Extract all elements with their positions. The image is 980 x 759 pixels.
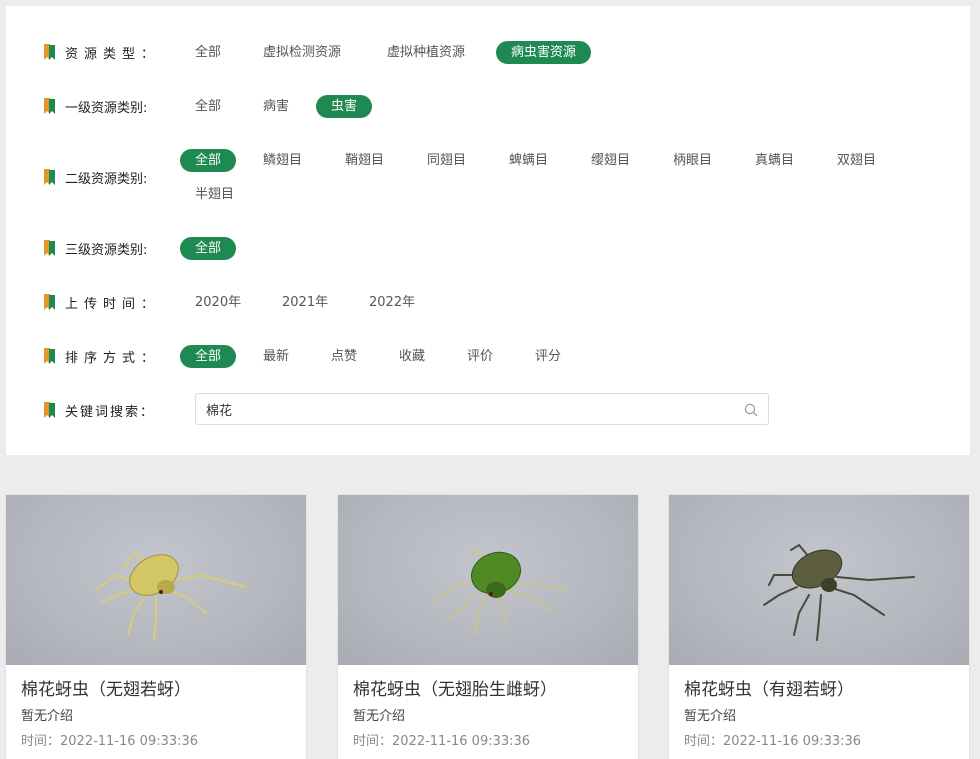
filter-label-resource-type: 资源类型：	[44, 41, 160, 63]
resource-card[interactable]: 棉花蚜虫（有翅若蚜） 暂无介绍 时间：2022-11-16 09:33:36	[668, 494, 970, 759]
card-time: 时间：2022-11-16 09:33:36	[353, 734, 531, 749]
option-stylommatophora[interactable]: 柄眼目	[658, 149, 727, 172]
aphid-image	[432, 548, 569, 636]
option-insect-pest[interactable]: 虫害	[316, 95, 373, 118]
card-title[interactable]: 棉花蚜虫（有翅若蚜）	[684, 675, 854, 700]
leaf-bookmark-icon	[44, 240, 55, 256]
option-homoptera[interactable]: 同翅目	[412, 149, 481, 172]
option-year-2021[interactable]: 2021年	[267, 291, 343, 314]
leaf-bookmark-icon	[44, 98, 55, 114]
option-thysanoptera[interactable]: 缨翅目	[576, 149, 645, 172]
filter-label-text: 资源类型：	[65, 46, 161, 62]
card-title[interactable]: 棉花蚜虫（无翅若蚜）	[21, 675, 191, 700]
resource-card[interactable]: 棉花蚜虫（无翅胎生雌蚜） 暂无介绍 时间：2022-11-16 09:33:36	[337, 494, 639, 759]
filter-label-level1: 一级资源类别:	[44, 95, 147, 117]
option-virtual-detection[interactable]: 虚拟检测资源	[248, 41, 356, 64]
leaf-bookmark-icon	[44, 169, 55, 185]
option-all[interactable]: 全部	[180, 149, 237, 172]
resource-card[interactable]: 棉花蚜虫（无翅若蚜） 暂无介绍 时间：2022-11-16 09:33:36	[5, 494, 307, 759]
card-description: 暂无介绍	[353, 709, 406, 724]
option-virtual-planting[interactable]: 虚拟种植资源	[372, 41, 480, 64]
option-pest-resource[interactable]: 病虫害资源	[496, 41, 592, 64]
keyword-search-input[interactable]	[206, 400, 726, 418]
filter-label-text: 排序方式：	[65, 350, 161, 366]
leaf-bookmark-icon	[44, 348, 55, 364]
aphid-image	[95, 551, 247, 641]
filter-label-keyword: 关键词搜索：	[44, 399, 155, 421]
option-coleoptera[interactable]: 鞘翅目	[330, 149, 399, 172]
option-favorites[interactable]: 收藏	[384, 345, 440, 368]
card-title[interactable]: 棉花蚜虫（无翅胎生雌蚜）	[353, 675, 557, 700]
card-thumbnail[interactable]	[6, 495, 306, 665]
keyword-search-box	[195, 393, 769, 425]
option-lepidoptera[interactable]: 鳞翅目	[248, 149, 317, 172]
option-year-2022[interactable]: 2022年	[354, 291, 430, 314]
search-icon[interactable]	[744, 403, 758, 417]
filter-label-text: 关键词搜索：	[65, 404, 156, 420]
option-hemiptera[interactable]: 半翅目	[180, 183, 249, 206]
filter-label-level3: 三级资源类别:	[44, 237, 147, 259]
option-all[interactable]: 全部	[180, 345, 237, 368]
card-thumbnail[interactable]	[338, 495, 638, 665]
option-likes[interactable]: 点赞	[316, 345, 372, 368]
filter-label-text: 上传时间：	[65, 296, 161, 312]
option-all[interactable]: 全部	[180, 237, 237, 260]
filter-label-level2: 二级资源类别:	[44, 166, 147, 188]
leaf-bookmark-icon	[44, 44, 55, 60]
leaf-bookmark-icon	[44, 294, 55, 310]
option-year-2020[interactable]: 2020年	[180, 291, 256, 314]
filter-label-text: 二级资源类别:	[65, 171, 148, 187]
option-disease[interactable]: 病害	[248, 95, 304, 118]
option-reviews[interactable]: 评价	[452, 345, 508, 368]
card-time: 时间：2022-11-16 09:33:36	[21, 734, 199, 749]
option-latest[interactable]: 最新	[248, 345, 304, 368]
option-all[interactable]: 全部	[180, 41, 236, 64]
filter-label-text: 一级资源类别:	[65, 100, 148, 116]
option-acarina[interactable]: 蜱螨目	[494, 149, 563, 172]
option-diptera[interactable]: 双翅目	[822, 149, 891, 172]
aphid-image	[763, 543, 915, 641]
leaf-bookmark-icon	[44, 402, 55, 418]
filter-label-upload-time: 上传时间：	[44, 291, 160, 313]
option-acariformes[interactable]: 真螨目	[740, 149, 809, 172]
option-rating[interactable]: 评分	[520, 345, 576, 368]
filter-label-sort: 排序方式：	[44, 345, 160, 367]
card-description: 暂无介绍	[21, 709, 74, 724]
card-time: 时间：2022-11-16 09:33:36	[684, 734, 862, 749]
option-all[interactable]: 全部	[180, 95, 236, 118]
card-thumbnail[interactable]	[669, 495, 969, 665]
card-description: 暂无介绍	[684, 709, 737, 724]
filter-label-text: 三级资源类别:	[65, 242, 148, 258]
filter-panel: 资源类型： 全部 虚拟检测资源 虚拟种植资源 病虫害资源 一级资源类别: 全部 …	[6, 6, 970, 455]
